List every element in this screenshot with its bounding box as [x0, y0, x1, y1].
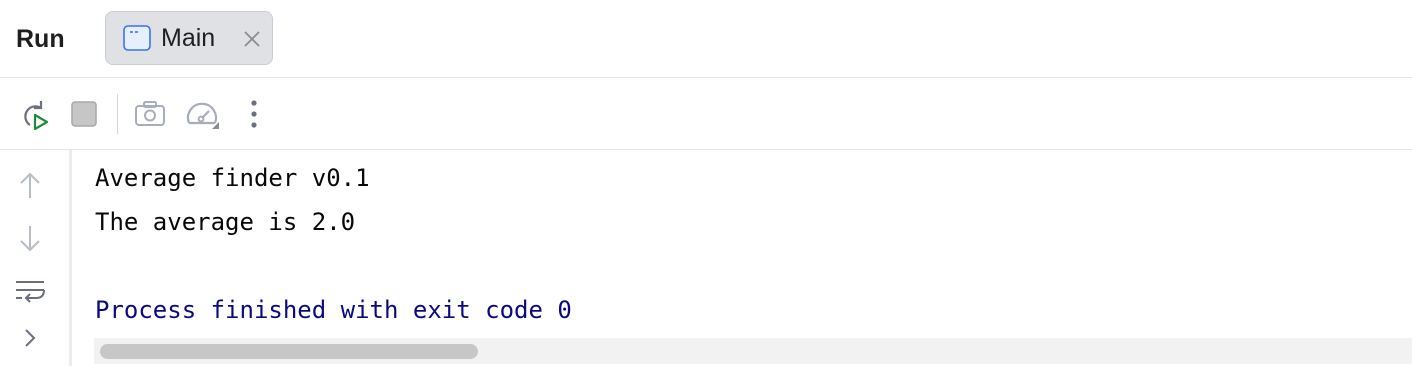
console-line: Average finder v0.1 [95, 164, 370, 192]
run-toolbar [0, 78, 1412, 150]
horizontal-scrollbar-thumb[interactable] [100, 344, 478, 359]
camera-icon[interactable] [132, 96, 168, 132]
run-tool-window: Run Main Average finder v0.1 The average… [0, 0, 1412, 366]
console-output[interactable]: Average finder v0.1 The average is 2.0 P… [72, 150, 1412, 366]
horizontal-scrollbar[interactable] [94, 338, 1412, 364]
panel-title: Run [16, 25, 65, 53]
chevron-right-icon[interactable] [14, 322, 46, 354]
speedometer-icon[interactable] [184, 96, 220, 132]
arrow-up-icon[interactable] [14, 170, 46, 202]
application-icon [123, 25, 151, 51]
tool-window-header: Run Main [0, 0, 1412, 78]
stop-icon[interactable] [66, 96, 102, 132]
vertical-ellipsis-icon[interactable] [236, 96, 272, 132]
rerun-icon[interactable] [16, 96, 52, 132]
console-line: The average is 2.0 [95, 208, 356, 236]
tab-main[interactable]: Main [105, 11, 273, 65]
soft-wrap-icon[interactable] [14, 276, 46, 308]
tab-label: Main [161, 24, 216, 52]
process-exit-message: Process finished with exit code 0 [95, 296, 572, 324]
close-icon[interactable] [242, 29, 262, 49]
toolbar-separator [117, 94, 118, 134]
console-gutter [0, 150, 70, 366]
arrow-down-icon[interactable] [14, 222, 46, 254]
